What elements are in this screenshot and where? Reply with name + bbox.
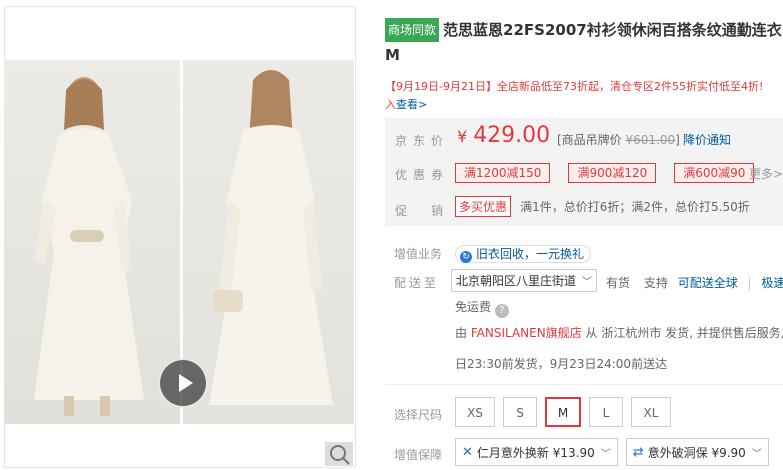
hole-protect-text: 意外破洞保 ¥9.90 — [647, 445, 746, 460]
protect-label: 增值保障 — [394, 448, 443, 462]
price-value: 429.00 — [473, 123, 551, 148]
price-panel: 京东价 ¥429.00 [商品吊牌价 ¥601.00] 降价通知 优惠券 满12… — [385, 118, 783, 226]
product-main-image[interactable] — [4, 60, 354, 424]
free-shipping-text: 免运费 — [455, 300, 492, 314]
magnifier-icon[interactable] — [325, 442, 353, 466]
promo-cont: 入 — [385, 98, 396, 111]
size-m[interactable]: M — [545, 397, 581, 427]
currency-symbol: ¥ — [457, 127, 468, 146]
shipping-fee: 免运费 ? — [455, 298, 509, 318]
coupon-more-link[interactable]: 更多> — [749, 165, 783, 182]
address-text: 北京朝阳区八里庄街道 — [456, 274, 577, 288]
tag-price-value: ¥601.00 — [625, 133, 676, 147]
size-xs[interactable]: XS — [455, 397, 495, 427]
delivery-eta: 日23:30前发货，9月23日24:00前送达 — [455, 357, 668, 371]
chevron-down-icon: ﹀ — [582, 277, 593, 288]
price-notify-link[interactable]: 降价通知 — [683, 131, 731, 148]
coupon-600[interactable]: 满600减90 — [674, 163, 755, 183]
coupon-label: 优惠券 — [395, 168, 450, 182]
promo-banner: 【9月19日-9月21日】全店新品低至73折起，清仓专区2件55折实付低至4折!… — [385, 78, 783, 114]
global-delivery-link[interactable]: 可配送全球 — [678, 276, 738, 290]
promo-link[interactable]: 查看> — [396, 98, 427, 111]
recycle-icon: ↻ — [460, 251, 472, 263]
chevron-down-icon: ﹀ — [751, 448, 762, 460]
price-label: 京东价 — [395, 134, 450, 148]
size-options: XS S M L XL — [455, 397, 679, 427]
multi-buy-tag: 多买优惠 — [455, 196, 512, 217]
sales-label: 促 销 — [395, 204, 450, 218]
accident-replace-option[interactable]: ✕ 仁月意外换新 ¥13.90 ﹀ — [455, 438, 618, 466]
accident-replace-text: 仁月意外换新 ¥13.90 — [476, 445, 595, 460]
shop-info: 由 FANSILANEN旗舰店 从 浙江杭州市 发货, 并提供售后服务, — [455, 324, 783, 341]
help-icon[interactable]: ? — [494, 304, 509, 318]
value-add-label: 增值业务 — [394, 247, 443, 261]
stock-row: 有货 支持 可配送全球 | 极速 — [606, 274, 783, 291]
title-text: 范思蓝恩22FS2007衬衫领休闲百搭条纹通勤连衣 — [443, 21, 782, 39]
hole-protect-option[interactable]: ⇄ 意外破洞保 ¥9.90 ﹀ — [625, 438, 769, 466]
shop-suffix: 从 浙江杭州市 发货, 并提供售后服务, — [585, 326, 783, 340]
coupon-list: 满1200减150 满900减120 满600减90 — [455, 162, 762, 183]
price-row: 京东价 — [395, 130, 449, 149]
coupon-1200[interactable]: 满1200减150 — [455, 163, 551, 183]
product-title: 商场同款 范思蓝恩22FS2007衬衫领休闲百搭条纹通勤连衣 — [385, 18, 783, 42]
shop-prefix: 由 — [455, 326, 468, 340]
tag-price-label: [商品吊牌价 — [557, 133, 622, 147]
fast-delivery-link[interactable]: 极速 — [761, 276, 783, 290]
chevron-down-icon: ﹀ — [600, 448, 611, 460]
coupon-label-wrap: 优惠券 — [395, 164, 449, 183]
size-label: 选择尺码 — [394, 408, 443, 422]
sales-label-wrap: 促 销 — [395, 200, 449, 219]
shield-icon: ⇄ — [632, 444, 644, 460]
model-front-photo — [4, 60, 180, 424]
coupon-900[interactable]: 满900减120 — [568, 163, 657, 183]
sales-row: 多买优惠 满1件，总价打6折；满2件，总价打5.50折 — [455, 196, 750, 217]
size-xl[interactable]: XL — [631, 397, 671, 427]
title-line2: M — [385, 46, 400, 64]
sales-text: 满1件，总价打6折；满2件，总价打5.50折 — [520, 200, 750, 214]
shop-link[interactable]: FANSILANEN旗舰店 — [471, 326, 582, 340]
tag-price-close: ] — [675, 133, 680, 147]
tools-icon: ✕ — [462, 444, 473, 460]
jd-price: ¥429.00 — [457, 123, 550, 148]
divider — [385, 384, 783, 385]
tag-price: [商品吊牌价 ¥601.00] — [557, 131, 680, 148]
old-clothes-recycle[interactable]: ↻ 旧衣回收，一元换礼 — [455, 243, 592, 263]
play-icon[interactable] — [158, 358, 208, 408]
delivery-label: 配送至 — [394, 276, 440, 290]
size-s[interactable]: S — [503, 397, 537, 427]
stock-status: 有货 — [606, 276, 631, 290]
mall-same-tag: 商场同款 — [385, 18, 440, 42]
promo-text: 【9月19日-9月21日】全店新品低至73折起，清仓专区2件55折实付低至4折! — [385, 80, 764, 93]
address-selector[interactable]: 北京朝阳区八里庄街道 ﹀ — [451, 269, 598, 292]
model-back-photo — [183, 60, 354, 424]
protect-options: ✕ 仁月意外换新 ¥13.90 ﹀ ⇄ 意外破洞保 ¥9.90 ﹀ — [455, 438, 777, 466]
size-l[interactable]: L — [589, 397, 623, 427]
recycle-text: 旧衣回收，一元换礼 — [476, 247, 585, 261]
support-text: 支持 — [643, 276, 668, 290]
